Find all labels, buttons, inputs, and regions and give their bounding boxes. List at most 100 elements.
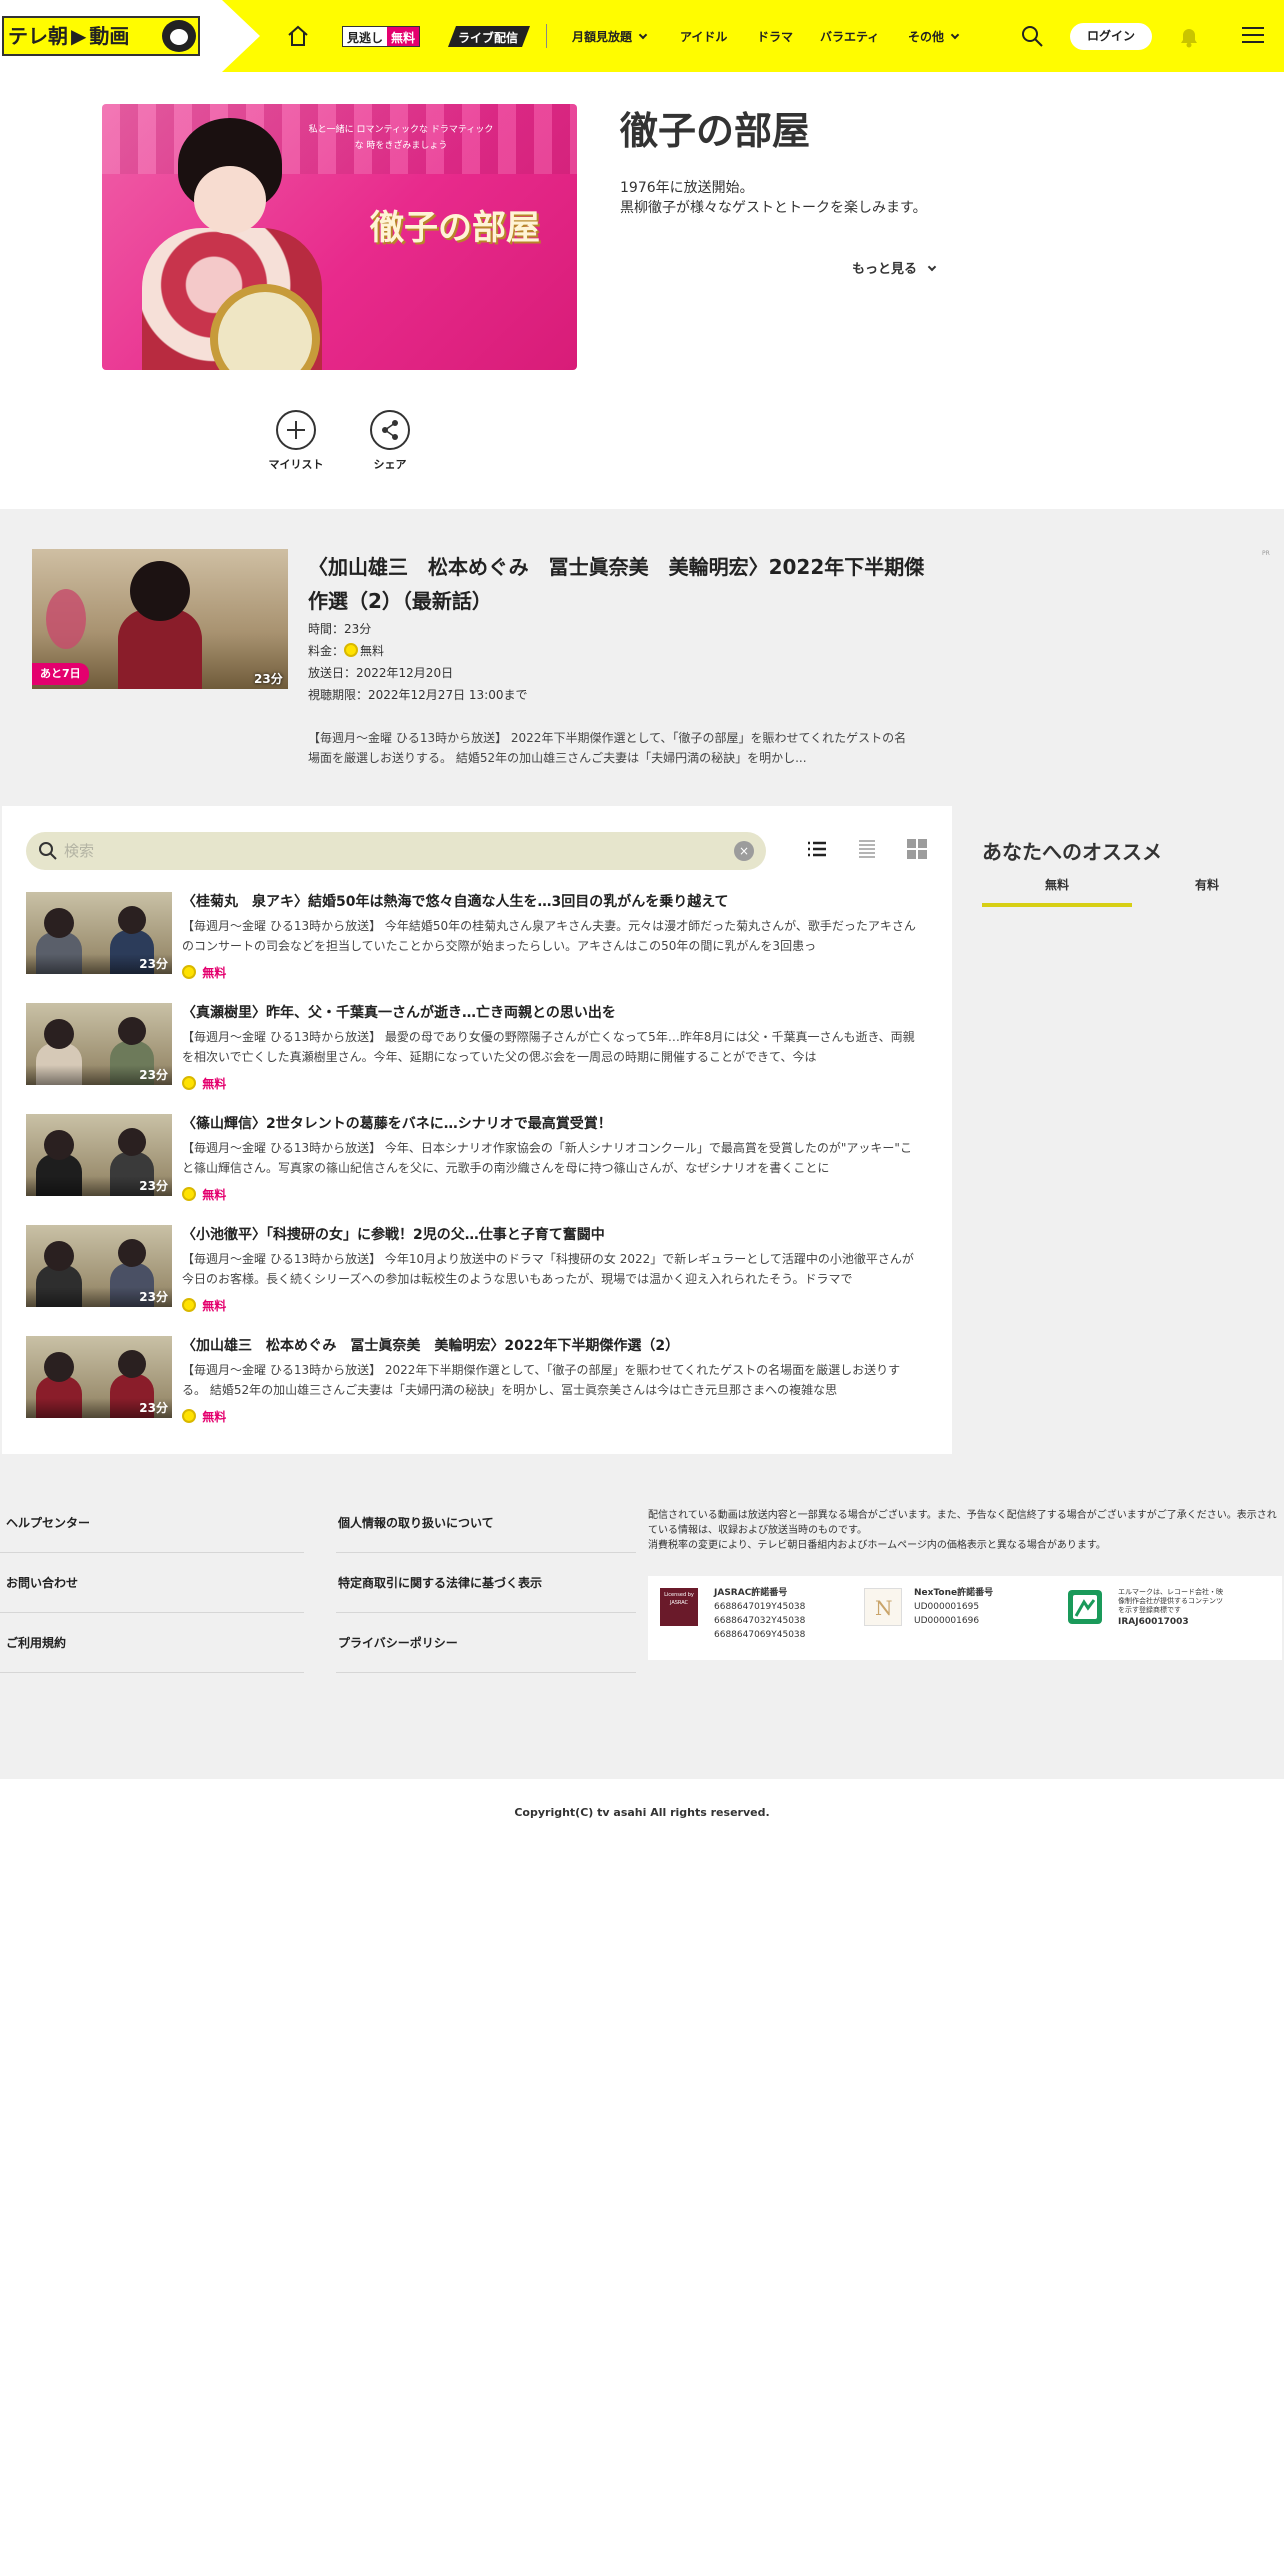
nav-variety[interactable]: バラエティ — [820, 28, 879, 45]
episode-title[interactable]: 〈桂菊丸 泉アキ〉結婚50年は熱海で悠々自適な人生を…3回目の乳がんを乗り越えて — [182, 892, 922, 912]
episode-item[interactable]: 23分 〈加山雄三 松本めぐみ 冨士眞奈美 美輪明宏〉2022年下半期傑作選（2）… — [26, 1336, 926, 1436]
compact-list-icon[interactable] — [856, 838, 878, 860]
footer-divider — [0, 1672, 304, 1673]
list-view-icon[interactable] — [806, 838, 828, 860]
nav-monthly[interactable]: 月額見放題 — [572, 28, 648, 45]
key-visual-title: 徹子の部屋 — [370, 208, 540, 248]
host-figure — [118, 609, 202, 689]
nav-drama[interactable]: ドラマ — [757, 28, 793, 45]
hamburger-menu-icon[interactable] — [1242, 26, 1264, 44]
episode-thumbnail[interactable]: 23分 — [26, 1336, 172, 1418]
more-button[interactable]: もっと見る — [852, 258, 937, 277]
home-icon[interactable] — [286, 24, 310, 48]
nav-idol[interactable]: アイドル — [680, 28, 727, 45]
episode-item[interactable]: 23分 〈篠山輝信〉2世タレントの葛藤をバネに…シナリオで最高賞受賞！ 【毎週月～金… — [26, 1114, 926, 1214]
days-left-badge: あと7日 — [32, 663, 89, 685]
guest-head — [44, 1019, 74, 1049]
notice-line: 消費税率の変更により、テレビ朝日番組内およびホームページ内の価格表示と異なる場合… — [648, 1540, 1106, 1551]
footer-link-privacy[interactable]: プライバシーポリシー — [338, 1634, 458, 1651]
host-face — [194, 166, 266, 234]
footer-link-personal-info[interactable]: 個人情報の取り扱いについて — [338, 1514, 494, 1531]
episode-price: 無料 — [182, 1075, 226, 1092]
episode-summary: 【毎週月～金曜 ひる13時から放送】 最愛の母であり女優の野際陽子さんが亡くなっ… — [182, 1030, 915, 1064]
nav-live[interactable]: ライブ配信 — [448, 26, 530, 47]
episode-thumbnail[interactable]: 23分 — [26, 1114, 172, 1196]
nextone-number: UD000001696 — [914, 1616, 980, 1626]
notice-line: 配信されている動画は放送内容と一部異なる場合がございます。また、予告なく配信終了… — [648, 1510, 1277, 1536]
chevron-down-icon — [927, 262, 937, 272]
coin-icon — [182, 1187, 196, 1201]
episode-price: 無料 — [182, 1408, 226, 1425]
footer-divider — [336, 1612, 636, 1613]
elmark-text: エルマークは、レコード会社・映像制作会社が提供するコンテンツを示す登録商標です — [1118, 1588, 1223, 1614]
search-icon[interactable] — [1020, 24, 1044, 48]
login-button[interactable]: ログイン — [1070, 23, 1152, 50]
tab-free[interactable]: 無料 — [982, 876, 1132, 907]
footer-link-commerce[interactable]: 特定商取引に関する法律に基づく表示 — [338, 1574, 542, 1591]
bell-icon[interactable] — [1176, 24, 1202, 50]
episode-item[interactable]: 23分 〈真瀬樹里〉昨年、父・千葉真一さんが逝き…亡き両親との思い出を【毎週月～金… — [26, 1003, 926, 1103]
host-head — [118, 1017, 146, 1045]
program-title: 徹子の部屋 — [620, 109, 811, 153]
episode-price: 無料 — [182, 1186, 226, 1203]
footer-link-help[interactable]: ヘルプセンター — [6, 1514, 90, 1531]
elmark-info: エルマークは、レコード会社・映像制作会社が提供するコンテンツを示す登録商標です … — [1118, 1588, 1224, 1629]
footer-link-contact[interactable]: お問い合わせ — [6, 1574, 78, 1591]
nav-monthly-label: 月額見放題 — [572, 30, 633, 44]
footer-link-terms[interactable]: ご利用規約 — [6, 1634, 66, 1651]
meta-time: 時間：23分 — [308, 622, 372, 636]
latest-episode-meta: 時間：23分 料金： 無料 放送日：2022年12月20日 視聴期限：2022年1… — [308, 618, 527, 706]
host-head — [118, 1350, 146, 1378]
price-label: 料金： — [308, 644, 345, 658]
episode-item[interactable]: 23分 〈小池徹平〉「科捜研の女」に参戦！2児の父…仕事と子育て奮闘中【毎週月～金… — [26, 1225, 926, 1325]
site-logo[interactable]: テレ朝 ▶ 動画 — [2, 16, 200, 56]
guest-head — [44, 1352, 74, 1382]
episode-title[interactable]: 〈篠山輝信〉2世タレントの葛藤をバネに…シナリオで最高賞受賞！ — [182, 1114, 922, 1134]
coin-icon — [344, 643, 359, 657]
host-head — [130, 561, 190, 621]
nextone-number: UD000001695 — [914, 1602, 980, 1612]
share-label: シェア — [373, 458, 407, 471]
episode-thumbnail[interactable]: 23分 — [26, 892, 172, 974]
elmark-logo — [1066, 1588, 1104, 1626]
share-button[interactable]: シェア — [360, 410, 420, 472]
nav-divider — [546, 24, 547, 48]
episode-thumbnail[interactable]: 23分 — [26, 1225, 172, 1307]
episode-duration: 23分 — [139, 1068, 168, 1082]
episode-summary: 【毎週月～金曜 ひる13時から放送】 2022年下半期傑作選として、「徹子の部屋… — [182, 1363, 901, 1397]
episode-item[interactable]: 23分 〈桂菊丸 泉アキ〉結婚50年は熱海で悠々自適な人生を…3回目の乳がんを乗り… — [26, 892, 926, 992]
episode-duration: 23分 — [139, 1401, 168, 1415]
nav-other[interactable]: その他 — [908, 28, 960, 45]
episode-title[interactable]: 〈加山雄三 松本めぐみ 冨士眞奈美 美輪明宏〉2022年下半期傑作選（2） — [182, 1336, 922, 1356]
episode-title[interactable]: 〈小池徹平〉「科捜研の女」に参戦！2児の父…仕事と子育て奮闘中 — [182, 1225, 922, 1245]
recommend-title: あなたへのオススメ — [982, 840, 1162, 864]
clear-search-icon[interactable]: × — [734, 841, 754, 861]
site-header: テレ朝 ▶ 動画 見逃し 無料 ライブ配信 月額見放題 アイドル ドラマ バラエティ… — [0, 0, 1284, 72]
episode-thumbnail[interactable]: 23分 — [26, 1003, 172, 1085]
nav-catchup-free[interactable]: 見逃し 無料 — [342, 26, 421, 47]
coin-icon — [182, 1076, 196, 1090]
jasrac-info: JASRAC許諾番号 6688647019Y45038 6688647032Y4… — [714, 1586, 805, 1642]
episode-title[interactable]: 〈真瀬樹里〉昨年、父・千葉真一さんが逝き…亡き両親との思い出を — [182, 1003, 922, 1023]
host-head — [118, 1128, 146, 1156]
program-key-visual: 私と一緒に ロマンティックな ドラマティックな 時をきざみましょう 徹子の部屋 — [102, 104, 577, 370]
pr-mark: PR — [1262, 550, 1270, 557]
copyright: Copyright(C) tv asahi All rights reserve… — [514, 1806, 770, 1819]
jasrac-number: 6688647019Y45038 — [714, 1602, 806, 1612]
tab-paid[interactable]: 有料 — [1132, 876, 1282, 903]
episode-summary: 【毎週月～金曜 ひる13時から放送】 今年10月より放送中のドラマ「科捜研の女 … — [182, 1252, 914, 1286]
share-icon — [370, 410, 410, 450]
grid-view-icon[interactable] — [906, 838, 928, 860]
license-box: Licensed by JASRAC JASRAC許諾番号 6688647019… — [648, 1576, 1282, 1660]
search-input[interactable] — [64, 836, 704, 866]
footer-divider — [336, 1552, 636, 1553]
footer-divider — [0, 1612, 304, 1613]
episode-summary: 【毎週月～金曜 ひる13時から放送】 今年、日本シナリオ作家協会の「新人シナリオ… — [182, 1141, 912, 1175]
meta-price: 料金： 無料 — [308, 640, 527, 662]
price-value: 無料 — [360, 644, 385, 658]
logo-text: テレ朝 — [8, 24, 68, 48]
coin-icon — [182, 1298, 196, 1312]
mylist-button[interactable]: マイリスト — [266, 410, 326, 472]
jasrac-number: 6688647069Y45038 — [714, 1630, 806, 1640]
latest-episode-title[interactable]: 〈加山雄三 松本めぐみ 冨士眞奈美 美輪明宏〉2022年下半期傑作選（2）（最新… — [308, 550, 928, 618]
